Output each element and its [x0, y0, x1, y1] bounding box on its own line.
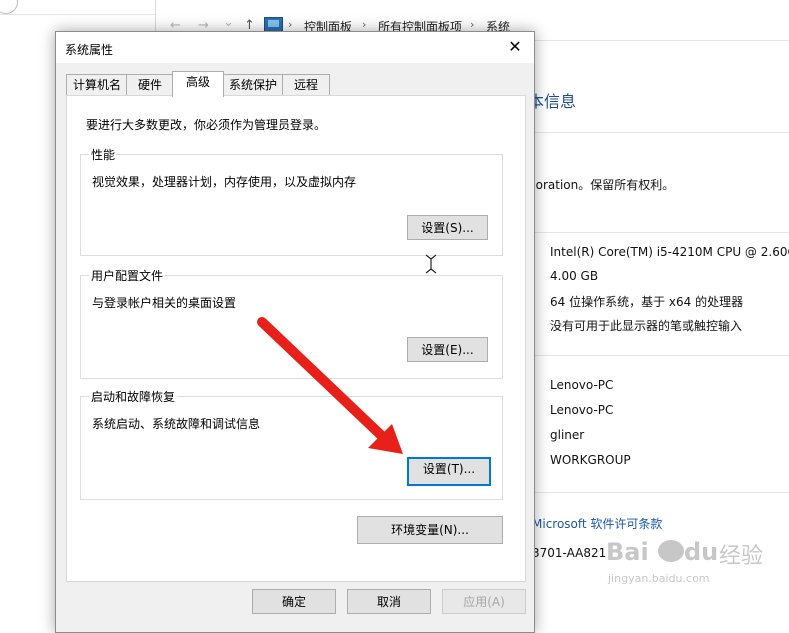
- divider: [0, 14, 155, 15]
- divider: [528, 232, 789, 233]
- startup-recovery-desc: 系统启动、系统故障和调试信息: [92, 417, 261, 431]
- breadcrumb-separator: ›: [362, 18, 367, 31]
- pen-touch-value: 没有可用于此显示器的笔或触控输入: [550, 319, 743, 333]
- cancel-button[interactable]: 取消: [347, 589, 431, 614]
- paw-icon: [658, 540, 684, 562]
- watermark-cn: 经验: [719, 544, 764, 569]
- user-profiles-group: 用户配置文件 与登录帐户相关的桌面设置 设置(E)...: [80, 267, 503, 379]
- performance-group: 性能 视觉效果，处理器计划，内存使用，以及虚拟内存 设置(S)...: [80, 146, 503, 256]
- tab-system-protection[interactable]: 系统保护: [222, 74, 284, 96]
- control-panel-icon: [264, 17, 283, 32]
- computer-name-value: Lenovo-PC: [550, 378, 614, 392]
- user-profiles-label: 用户配置文件: [89, 267, 166, 284]
- ram-value: 4.00 GB: [550, 269, 599, 283]
- full-computer-name-value: Lenovo-PC: [550, 403, 614, 417]
- dialog-titlebar[interactable]: 系统属性 ✕: [56, 32, 534, 63]
- watermark-url: jingyan.baidu.com: [608, 572, 710, 585]
- user-profiles-desc: 与登录帐户相关的桌面设置: [92, 296, 237, 310]
- advanced-tab-panel: 要进行大多数更改，你必须作为管理员登录。 性能 视觉效果，处理器计划，内存使用，…: [66, 95, 526, 582]
- performance-label: 性能: [89, 146, 118, 163]
- watermark-brand-suffix: du: [684, 538, 719, 566]
- breadcrumb-separator: ›: [288, 18, 293, 31]
- admin-notice: 要进行大多数更改，你必须作为管理员登录。: [86, 118, 327, 132]
- text-cursor-icon: [425, 254, 437, 274]
- breadcrumb-separator: ›: [470, 18, 475, 31]
- tab-computer-name[interactable]: 计算机名: [66, 74, 128, 96]
- tab-remote[interactable]: 远程: [282, 74, 330, 96]
- workgroup-value: WORKGROUP: [550, 453, 631, 467]
- window-control-circle: [0, 0, 18, 14]
- system-type-value: 64 位操作系统，基于 x64 的处理器: [550, 295, 744, 309]
- dialog-title: 系统属性: [65, 43, 114, 57]
- startup-recovery-label: 启动和故障恢复: [89, 388, 178, 405]
- tab-hardware[interactable]: 硬件: [126, 74, 174, 96]
- ok-button[interactable]: 确定: [252, 589, 336, 614]
- startup-recovery-settings-button[interactable]: 设置(T)...: [407, 457, 491, 486]
- startup-recovery-group: 启动和故障恢复 系统启动、系统故障和调试信息 设置(T)...: [80, 388, 503, 500]
- tab-advanced[interactable]: 高级: [172, 71, 224, 97]
- license-terms-link[interactable]: Microsoft 软件许可条款: [532, 515, 662, 532]
- divider: [528, 132, 789, 133]
- product-id-value: 3701-AA821: [532, 546, 607, 560]
- section-title: 本信息: [528, 92, 577, 111]
- environment-variables-button[interactable]: 环境变量(N)...: [357, 516, 503, 544]
- recent-dropdown-button[interactable]: ⌄: [223, 15, 234, 30]
- computer-description-value: gliner: [550, 428, 585, 442]
- user-profiles-settings-button[interactable]: 设置(E)...: [407, 337, 488, 362]
- baidu-jingyan-watermark: Bai du 经验 jingyan.baidu.com: [604, 538, 784, 598]
- performance-settings-button[interactable]: 设置(S)...: [407, 215, 488, 240]
- apply-button[interactable]: 应用(A): [442, 589, 526, 614]
- copyright-text: poration。保留所有权利。: [528, 178, 675, 192]
- watermark-brand: Bai: [606, 538, 649, 566]
- divider: [528, 355, 789, 356]
- system-properties-dialog: 系统属性 ✕ 计算机名 硬件 高级 系统保护 远程 要进行大多数更改，你必须作为…: [55, 31, 535, 633]
- processor-value: Intel(R) Core(TM) i5-4210M CPU @ 2.60G: [550, 245, 789, 259]
- close-icon[interactable]: ✕: [504, 37, 526, 57]
- performance-desc: 视觉效果，处理器计划，内存使用，以及虚拟内存: [92, 175, 357, 189]
- divider: [528, 492, 789, 493]
